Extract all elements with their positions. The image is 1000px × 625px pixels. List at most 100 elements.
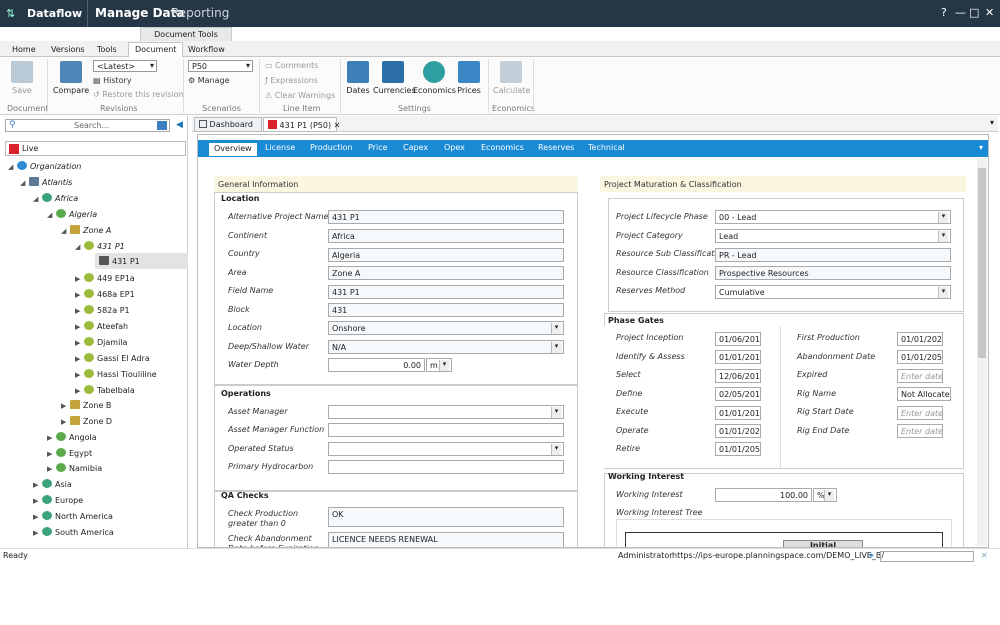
rig-end-date[interactable]: Enter date	[897, 424, 943, 438]
scrollbar-thumb[interactable]	[978, 168, 986, 358]
wi-tree-node[interactable]: Initial	[783, 540, 863, 547]
asset-manager-dropdown[interactable]	[328, 405, 564, 419]
water-depth-unit[interactable]: m	[426, 358, 452, 372]
expand-arrow-icon[interactable]: ▶	[75, 336, 84, 350]
deep-shallow-dropdown[interactable]: N/A	[328, 340, 564, 354]
expand-arrow-icon[interactable]: ▶	[75, 288, 84, 302]
define-date[interactable]: 02/05/2018	[715, 387, 761, 401]
water-depth-field[interactable]: 0.00	[328, 358, 425, 372]
expand-arrow-icon[interactable]: ▶	[75, 384, 84, 398]
dates-button[interactable]: Dates	[345, 61, 371, 95]
tree-item-egypt[interactable]: ▶ Egypt	[47, 447, 92, 461]
filter-icon[interactable]	[157, 121, 167, 130]
comments-button[interactable]: ▭ Comments	[265, 61, 318, 70]
nav-capex[interactable]: Capex	[403, 143, 428, 152]
expand-arrow-icon[interactable]: ▶	[75, 352, 84, 366]
expand-arrow-icon[interactable]: ◢	[33, 192, 42, 206]
tree-item-djamila[interactable]: ▶ Djamila	[75, 336, 127, 350]
manage-button[interactable]: ⚙ Manage	[188, 76, 230, 85]
project-category-dropdown[interactable]: Lead	[715, 229, 951, 243]
tab-versions[interactable]: Versions	[45, 43, 91, 56]
tab-workflow[interactable]: Workflow	[182, 43, 231, 56]
expand-arrow-icon[interactable]: ▶	[33, 478, 42, 492]
restore-revision-button[interactable]: ↺ Restore this revision	[93, 90, 184, 99]
block-field[interactable]: 431	[328, 303, 564, 317]
tree-item-namibia[interactable]: ▶ Namibia	[47, 462, 102, 476]
expand-arrow-icon[interactable]: ▶	[75, 272, 84, 286]
tree-item-zone-b[interactable]: ▶ Zone B	[61, 399, 111, 413]
tree-item-angola[interactable]: ▶ Angola	[47, 431, 97, 445]
check-abandonment-field[interactable]: LICENCE NEEDS RENEWAL	[328, 532, 564, 547]
expand-arrow-icon[interactable]: ◢	[75, 240, 84, 254]
expand-arrow-icon[interactable]: ◢	[8, 160, 17, 174]
continent-field[interactable]: Africa	[328, 229, 564, 243]
expand-arrow-icon[interactable]: ▶	[33, 510, 42, 524]
tree-item-north-america[interactable]: ▶ North America	[33, 510, 113, 524]
primary-hydrocarbon-field[interactable]	[328, 460, 564, 474]
expand-arrow-icon[interactable]: ◢	[20, 176, 29, 190]
operate-date[interactable]: 01/01/2023	[715, 424, 761, 438]
tree-item-south-america[interactable]: ▶ South America	[33, 526, 114, 540]
tree-item-tabelbala[interactable]: ▶ Tabelbala	[75, 384, 135, 398]
expand-arrow-icon[interactable]: ◢	[47, 208, 56, 222]
tree-item-algeria[interactable]: ◢ Algeria	[47, 208, 97, 222]
reserves-method-dropdown[interactable]: Cumulative	[715, 285, 951, 299]
abandonment-date[interactable]: 01/01/2052	[897, 350, 943, 364]
maximize-button[interactable]: □	[969, 6, 979, 19]
working-interest-unit[interactable]: %	[813, 488, 837, 502]
expand-arrow-icon[interactable]: ▶	[47, 447, 56, 461]
tree-item-organization[interactable]: ◢ Organization	[8, 160, 81, 174]
operated-status-dropdown[interactable]	[328, 442, 564, 456]
tree-item-zone-d[interactable]: ▶ Zone D	[61, 415, 112, 429]
expand-arrow-icon[interactable]: ◢	[61, 224, 70, 238]
asset-manager-function-field[interactable]	[328, 423, 564, 437]
expand-arrow-icon[interactable]: ▶	[47, 462, 56, 476]
live-selector[interactable]: Live	[5, 141, 186, 156]
nav-production[interactable]: Production	[310, 143, 353, 152]
collapse-pane-icon[interactable]: ◀	[176, 120, 183, 130]
tree-item-431-p1-project[interactable]: 431 P1	[99, 255, 140, 269]
scenario-select[interactable]: P50	[188, 60, 253, 72]
status-close-icon[interactable]: ✕	[981, 551, 988, 560]
rig-name-field[interactable]: Not Allocated	[897, 387, 951, 401]
close-tab-icon[interactable]: ✕	[334, 121, 341, 130]
revision-select[interactable]: <Latest>	[93, 60, 157, 72]
help-button[interactable]: ?	[941, 6, 947, 19]
country-field[interactable]: Algeria	[328, 248, 564, 262]
tree-item-ateefah[interactable]: ▶ Ateefah	[75, 320, 128, 334]
tab-home[interactable]: Home	[6, 43, 42, 56]
search-input[interactable]: ⚲ Search...	[5, 119, 170, 132]
save-button[interactable]: Save	[6, 61, 38, 95]
nav-technical[interactable]: Technical	[588, 143, 625, 152]
prices-button[interactable]: Prices	[456, 61, 482, 95]
project-inception-date[interactable]: 01/06/2016	[715, 332, 761, 346]
nav-overview[interactable]: Overview	[208, 142, 258, 157]
rig-start-date[interactable]: Enter date	[897, 406, 943, 420]
expand-arrow-icon[interactable]: ▶	[61, 399, 70, 413]
vertical-scrollbar[interactable]	[977, 158, 987, 546]
area-field[interactable]: Zone A	[328, 266, 564, 280]
nav-price[interactable]: Price	[368, 143, 388, 152]
menu-reporting[interactable]: Reporting	[171, 6, 229, 20]
location-dropdown[interactable]: Onshore	[328, 321, 564, 335]
tree-item-449-ep1a[interactable]: ▶ 449 EP1a	[75, 272, 135, 286]
first-production-date[interactable]: 01/01/2023	[897, 332, 943, 346]
nav-opex[interactable]: Opex	[444, 143, 465, 152]
calculate-button[interactable]: Calculate	[493, 61, 530, 95]
expand-arrow-icon[interactable]: ▶	[33, 526, 42, 540]
tree-item-zone-a[interactable]: ◢ Zone A	[61, 224, 111, 238]
tab-tools[interactable]: Tools	[91, 43, 123, 56]
close-button[interactable]: ✕	[985, 6, 994, 19]
nav-economics[interactable]: Economics	[481, 143, 524, 152]
nav-more-icon[interactable]: ▾	[979, 143, 983, 152]
currencies-button[interactable]: Currencies	[373, 61, 416, 95]
expand-arrow-icon[interactable]: ▶	[33, 494, 42, 508]
working-interest-field[interactable]: 100.00	[715, 488, 812, 502]
expressions-button[interactable]: ƒ Expressions	[265, 76, 318, 85]
tab-dashboard[interactable]: Dashboard	[194, 117, 262, 132]
expand-arrow-icon[interactable]: ▶	[75, 368, 84, 382]
expand-arrow-icon[interactable]: ▶	[75, 320, 84, 334]
tree-item-europe[interactable]: ▶ Europe	[33, 494, 83, 508]
resource-sub-class-field[interactable]: PR - Lead	[715, 248, 951, 262]
retire-date[interactable]: 01/01/2051	[715, 442, 761, 456]
